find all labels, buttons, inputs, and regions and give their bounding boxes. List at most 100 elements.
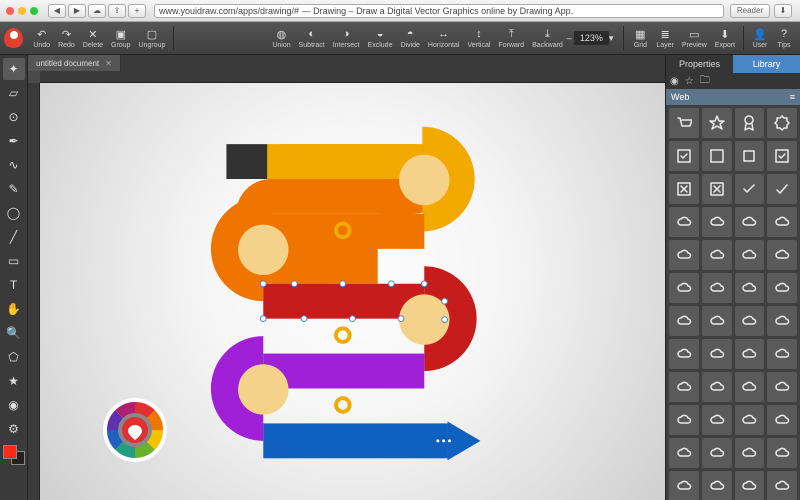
library-item-cloud-in[interactable] — [735, 273, 765, 303]
library-favorites-icon[interactable]: ☆ — [685, 76, 694, 87]
library-item-cloud-out[interactable] — [767, 273, 797, 303]
undo-button[interactable]: ↶Undo — [33, 27, 50, 49]
library-category[interactable]: Web ≡ — [666, 89, 800, 105]
subtract-button[interactable]: ◐Subtract — [299, 27, 325, 49]
ungroup-button[interactable]: ▢Ungroup — [139, 27, 166, 49]
library-item-cloud-up[interactable] — [669, 240, 699, 270]
ellipse-tool[interactable]: ◯ — [3, 202, 25, 224]
intersect-button[interactable]: ◑Intersect — [333, 27, 360, 49]
library-item-css3[interactable] — [767, 306, 797, 336]
polygon-tool[interactable]: ⬠ — [3, 346, 25, 368]
rounded-tool[interactable]: ◉ — [3, 394, 25, 416]
grid-button[interactable]: ▦Grid — [632, 27, 648, 49]
library-item-cloud-down[interactable] — [702, 240, 732, 270]
line-tool[interactable]: ╱ — [3, 226, 25, 248]
library-item-check[interactable] — [735, 174, 765, 204]
library-item-cloud[interactable] — [669, 207, 699, 237]
library-item-ribbon[interactable] — [735, 108, 765, 138]
library-item-cursor-outline[interactable] — [702, 339, 732, 369]
library-item-page[interactable] — [735, 438, 765, 468]
library-item-star[interactable] — [702, 108, 732, 138]
library-item-cloud-dot[interactable] — [735, 240, 765, 270]
direct-select-tool[interactable]: ▱ — [3, 82, 25, 104]
pencil-tool[interactable]: ✎ — [3, 178, 25, 200]
magnet-tool[interactable]: ⊙ — [3, 106, 25, 128]
reader-button[interactable]: Reader — [730, 4, 770, 18]
share-button[interactable]: ⇪ — [108, 4, 126, 18]
library-item-tray-out[interactable] — [702, 438, 732, 468]
library-item-compass[interactable] — [669, 306, 699, 336]
library-item-check-thin[interactable] — [767, 174, 797, 204]
user-button[interactable]: 👤User — [752, 27, 768, 49]
divide-button[interactable]: ◓Divide — [400, 27, 419, 49]
library-item-tray[interactable] — [669, 438, 699, 468]
library-item-html5[interactable] — [735, 306, 765, 336]
document-tab[interactable]: untitled document ✕ — [28, 55, 121, 71]
properties-tab[interactable]: Properties — [666, 55, 733, 73]
tips-button[interactable]: ?Tips — [776, 27, 792, 49]
library-item-check-square[interactable] — [669, 141, 699, 171]
library-item-square-outline[interactable] — [702, 141, 732, 171]
export-button[interactable]: ⬇Export — [715, 27, 735, 49]
exclude-button[interactable]: ◒Exclude — [368, 27, 393, 49]
library-item-check-square-outline[interactable] — [767, 141, 797, 171]
library-item-window[interactable] — [767, 372, 797, 402]
library-item-square[interactable] — [735, 141, 765, 171]
library-item-chat[interactable] — [735, 471, 765, 500]
traffic-close[interactable] — [6, 7, 14, 15]
rect-tool[interactable]: ▭ — [3, 250, 25, 272]
library-item-cart[interactable] — [669, 108, 699, 138]
url-bar[interactable]: www.youidraw.com/apps/drawing/# — Drawin… — [154, 4, 724, 18]
library-item-cloud-outline[interactable] — [702, 207, 732, 237]
library-item-mail[interactable] — [702, 471, 732, 500]
library-item-x-square-outline[interactable] — [702, 174, 732, 204]
library-item-feed[interactable] — [767, 471, 797, 500]
library-item-x-square[interactable] — [669, 174, 699, 204]
traffic-max[interactable] — [30, 7, 38, 15]
hand-tool[interactable]: ✋ — [3, 298, 25, 320]
layer-button[interactable]: ≣Layer — [656, 27, 674, 49]
library-item-cloud-round[interactable] — [767, 207, 797, 237]
icloud-button[interactable]: ☁ — [88, 4, 106, 18]
library-item-menu[interactable] — [735, 339, 765, 369]
library-item-download[interactable] — [669, 405, 699, 435]
gear-tool[interactable]: ⚙ — [3, 418, 25, 440]
canvas[interactable] — [40, 83, 665, 500]
library-recent-icon[interactable]: ◉ — [670, 76, 679, 87]
category-collapse-icon[interactable]: ≡ — [790, 92, 795, 102]
brush-tool[interactable]: ∿ — [3, 154, 25, 176]
library-item-pages[interactable] — [767, 438, 797, 468]
library-tab[interactable]: Library — [733, 55, 800, 73]
redo-button[interactable]: ↷Redo — [58, 27, 75, 49]
traffic-min[interactable] — [18, 7, 26, 15]
library-item-wifi[interactable] — [702, 306, 732, 336]
library-item-cloud-plus[interactable] — [767, 240, 797, 270]
library-item-cursor[interactable] — [669, 339, 699, 369]
library-item-cloud-solid[interactable] — [735, 207, 765, 237]
backward-button-z[interactable]: ⤓Backward — [532, 27, 563, 49]
preview-button[interactable]: ▭Preview — [682, 27, 707, 49]
color-swatches[interactable] — [3, 445, 25, 465]
library-item-browser[interactable] — [735, 372, 765, 402]
horizontal-button[interactable]: ↔Horizontal — [428, 27, 460, 49]
library-folder-icon[interactable]: 🗀 — [700, 73, 710, 90]
pointer-tool[interactable]: ✦ — [3, 58, 25, 80]
forward-button[interactable]: ▶ — [68, 4, 86, 18]
back-button[interactable]: ◀ — [48, 4, 66, 18]
zoom-tool[interactable]: 🔍 — [3, 322, 25, 344]
library-item-cloud-download[interactable] — [735, 405, 765, 435]
union-button[interactable]: ◍Union — [272, 27, 290, 49]
library-item-globe-grid[interactable] — [702, 372, 732, 402]
close-tab-icon[interactable]: ✕ — [105, 59, 112, 68]
star-tool[interactable]: ★ — [3, 370, 25, 392]
library-item-cloud-dark[interactable] — [669, 273, 699, 303]
delete-button[interactable]: ✕Delete — [83, 27, 103, 49]
pen-tool[interactable]: ✒ — [3, 130, 25, 152]
text-tool[interactable]: T — [3, 274, 25, 296]
library-item-home[interactable] — [767, 339, 797, 369]
library-item-document[interactable] — [669, 471, 699, 500]
vertical-button[interactable]: ↕Vertical — [467, 27, 490, 49]
download-button[interactable]: ⬇ — [774, 4, 792, 18]
library-item-inbox[interactable] — [702, 405, 732, 435]
group-button[interactable]: ▣Group — [111, 27, 130, 49]
